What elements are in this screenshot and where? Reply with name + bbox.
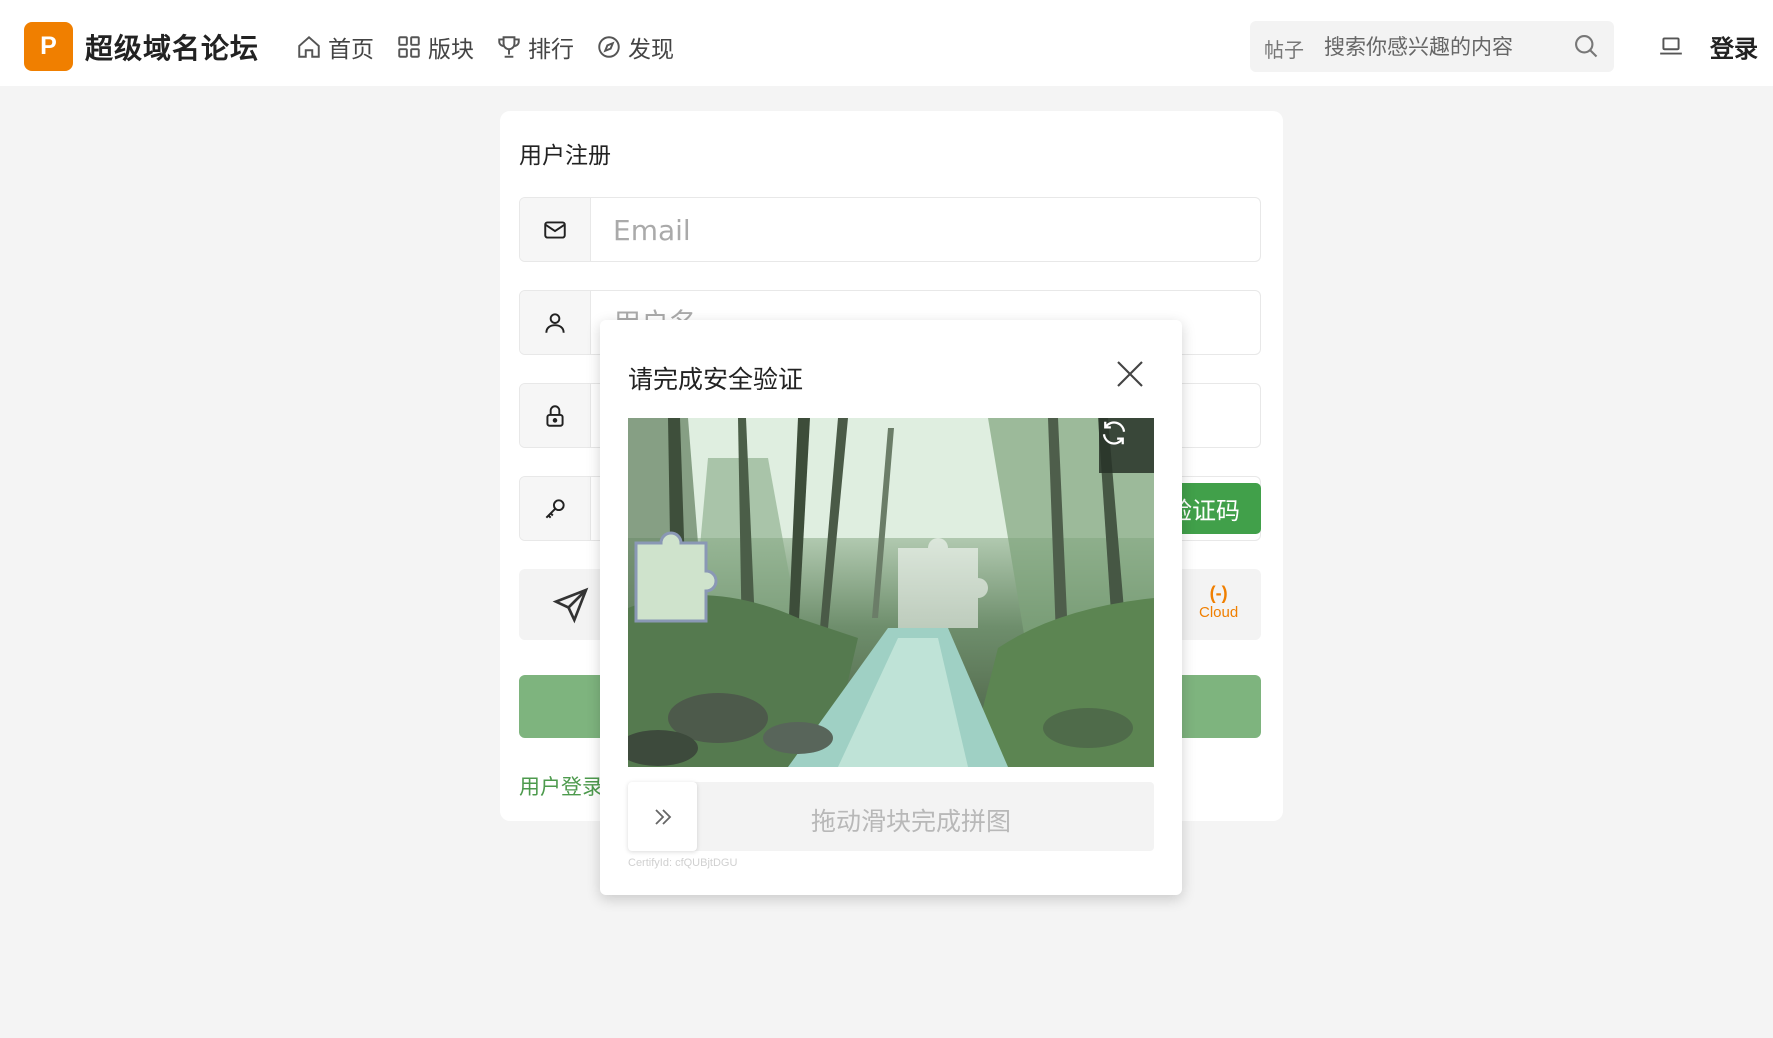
site-name[interactable]: 超级域名论坛: [85, 27, 259, 67]
nav-item-home[interactable]: 首页: [296, 30, 374, 64]
refresh-icon: [1102, 421, 1126, 445]
nav-item-ranking[interactable]: 排行: [496, 30, 574, 64]
register-title: 用户注册: [519, 143, 611, 169]
search-icon[interactable]: [1572, 32, 1600, 60]
laptop-icon[interactable]: [1658, 33, 1684, 59]
nav-label-discover: 发现: [628, 37, 674, 63]
slider-hint: 拖动滑块完成拼图: [810, 807, 1011, 836]
close-icon[interactable]: [1114, 358, 1146, 390]
captcha-brand-text: Cloud: [1199, 604, 1239, 621]
certify-id: CertifyId: cfQUBjtDGU: [628, 857, 738, 869]
puzzle-image: [628, 418, 1154, 767]
login-link[interactable]: 登录: [1710, 29, 1758, 64]
email-field: [519, 197, 1261, 262]
send-icon: [552, 587, 589, 624]
refresh-button[interactable]: [1099, 418, 1154, 473]
user-login-link[interactable]: 用户登录: [519, 771, 603, 801]
home-icon: [298, 35, 320, 58]
trophy-icon: [498, 36, 520, 58]
search-type-select[interactable]: 帖子: [1264, 34, 1304, 63]
nav-label-boards: 版块: [428, 37, 474, 63]
double-chevron-right-icon: [654, 808, 671, 825]
compass-icon: [598, 36, 620, 58]
code-prefix: [520, 477, 591, 540]
slider-track[interactable]: 拖动滑块完成拼图: [628, 782, 1154, 851]
captcha-brand-logo: (-) Cloud: [1199, 583, 1239, 621]
nav-label-ranking: 排行: [528, 37, 574, 63]
nav-item-boards[interactable]: 版块: [396, 30, 474, 64]
mail-icon: [544, 220, 566, 239]
nav-label-home: 首页: [328, 37, 374, 63]
email-prefix: [520, 198, 591, 261]
password-prefix: [520, 384, 591, 447]
main-nav: 首页 版块 排行 发现: [296, 30, 674, 64]
nav-item-discover[interactable]: 发现: [596, 30, 674, 64]
top-header: P 超级域名论坛 首页 版块 排行 发现 帖子 登录: [0, 0, 1773, 86]
email-input[interactable]: [613, 210, 1213, 250]
search-input[interactable]: [1324, 29, 1544, 64]
forest-stream-image: [628, 418, 1154, 767]
lock-icon: [546, 404, 564, 427]
slider-handle[interactable]: [628, 782, 697, 851]
grid-icon: [398, 36, 420, 58]
username-prefix: [520, 291, 591, 354]
site-logo[interactable]: P: [24, 22, 73, 71]
captcha-title: 请完成安全验证: [628, 365, 804, 394]
captcha-modal: 请完成安全验证 拖动滑块完成拼图 CertifyId: cfQUBjtDGU: [600, 320, 1182, 895]
key-icon: [545, 498, 565, 518]
user-icon: [545, 312, 565, 333]
search-box: 帖子: [1250, 21, 1614, 72]
